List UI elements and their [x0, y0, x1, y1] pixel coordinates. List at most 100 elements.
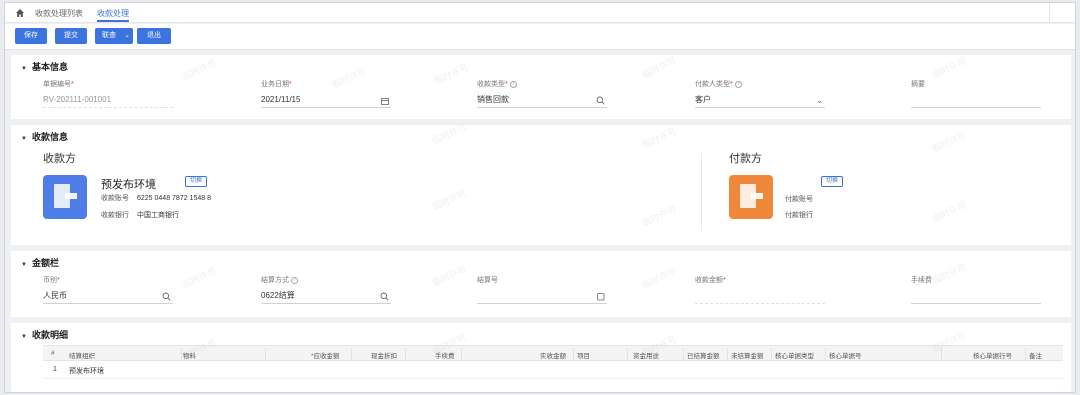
collapse-icon: ▼ — [21, 262, 27, 268]
payer-type-field: 付款人类型*? 客户 ⌄ — [695, 79, 825, 108]
col-unsettled: 未结算金额 — [731, 353, 764, 360]
summary-input[interactable] — [911, 94, 1041, 108]
col-divider — [683, 348, 684, 360]
required-mark: * — [71, 81, 74, 88]
required-mark: * — [505, 81, 508, 88]
search-icon[interactable] — [162, 292, 171, 301]
row-index: 1 — [53, 366, 57, 373]
collection-info-toggle[interactable]: ▼ 收款信息 — [21, 130, 68, 143]
col-cash-discount: 现金折扣 — [371, 353, 397, 360]
settle-method-value: 0622结算 — [261, 291, 295, 300]
settle-no-input[interactable] — [477, 290, 607, 304]
receipt-type-field: 收款类型*? 销售回款 — [477, 79, 607, 108]
payer-switch-button[interactable]: 切换 — [821, 176, 844, 187]
submit-button[interactable]: 提交 — [55, 28, 87, 44]
fee-label: 手续费 — [911, 277, 932, 284]
currency-input[interactable]: 人民币 — [43, 290, 173, 304]
info-icon[interactable]: ? — [734, 80, 742, 88]
receiver-switch-button[interactable]: 切换 — [185, 176, 208, 187]
payer-type-select[interactable]: 客户 ⌄ — [695, 94, 825, 108]
col-receivable: *应收金额 — [311, 353, 340, 360]
collapse-icon: ▼ — [21, 136, 27, 142]
basic-info-title: 基本信息 — [31, 62, 68, 72]
col-divider — [405, 348, 406, 360]
detail-table-header: # 结算组织 物料 *应收金额 现金折扣 手续费 实收金额 项目 资金用途 已结… — [43, 345, 1063, 361]
col-core-doc-no: 核心单据号 — [829, 353, 862, 360]
party-divider — [701, 153, 702, 231]
breadcrumb-current[interactable]: 收款处理 — [97, 8, 129, 19]
copy-icon[interactable] — [597, 293, 605, 301]
breadcrumb-list[interactable]: 收款处理列表 — [35, 8, 83, 19]
exit-button[interactable]: 退出 — [137, 28, 171, 44]
breadcrumb: 收款处理列表 收款处理 — [5, 3, 1075, 23]
receipt-type-input[interactable]: 销售回款 — [477, 94, 607, 108]
col-divider — [825, 348, 826, 360]
currency-field: 币别* 人民币 — [43, 275, 173, 304]
amount-title: 金额栏 — [31, 258, 59, 268]
col-fund-use: 资金用途 — [633, 353, 659, 360]
col-receivable-label: 应收金额 — [313, 353, 340, 360]
topbar-corner — [1049, 3, 1075, 23]
col-divider — [265, 348, 266, 360]
table-row[interactable]: 1 预发布环境 — [43, 361, 1063, 379]
payer-bank-row: 付款银行 — [785, 210, 813, 220]
settle-method-input[interactable]: 0622结算 — [261, 290, 391, 304]
amount-section: ▼ 金额栏 币别* 人民币 结算方式? 0622结算 结算号 收款金额* 手续费 — [11, 251, 1071, 317]
col-divider — [771, 348, 772, 360]
detail-section: ▼ 收款明细 # 结算组织 物料 *应收金额 现金折扣 手续费 实收金额 项目 资… — [11, 323, 1071, 392]
receiver-account-value: 6225 0448 7872 1548 8 — [137, 195, 211, 202]
search-icon[interactable] — [596, 96, 605, 105]
col-divider — [573, 348, 574, 360]
app-frame: 收款处理列表 收款处理 保存 提交 联查 ⌄ 退出 ▼ 基本信息 单据编号* RV… — [4, 2, 1076, 393]
collection-info-section: ▼ 收款信息 收款方 预发布环境 切换 收款账号 6225 0448 7872 15… — [11, 125, 1071, 245]
settle-no-field: 结算号 — [477, 275, 607, 304]
collapse-icon: ▼ — [21, 334, 27, 340]
required-mark: * — [57, 277, 60, 284]
detail-toggle[interactable]: ▼ 收款明细 — [21, 328, 68, 341]
col-received: 实收金额 — [540, 353, 566, 360]
biz-date-label: 业务日期 — [261, 81, 289, 88]
col-divider — [941, 348, 942, 360]
col-index: # — [51, 350, 55, 357]
save-button[interactable]: 保存 — [15, 28, 47, 44]
col-fee: 手续费 — [435, 353, 455, 360]
home-icon[interactable] — [15, 8, 25, 18]
active-tab-indicator — [97, 20, 129, 22]
linked-query-button[interactable]: 联查 ⌄ — [95, 28, 133, 44]
receipt-amount-input[interactable] — [695, 290, 825, 304]
toolbar: 保存 提交 联查 ⌄ 退出 — [5, 24, 1075, 50]
col-project: 项目 — [577, 353, 590, 360]
chevron-down-icon[interactable]: ⌄ — [816, 95, 823, 107]
receiver-bank-label: 收款银行 — [101, 212, 129, 219]
biz-date-value: 2021/11/15 — [261, 95, 301, 104]
info-icon[interactable]: ? — [291, 276, 298, 284]
col-divider — [627, 348, 628, 360]
detail-title: 收款明细 — [31, 330, 68, 340]
info-icon[interactable]: ? — [509, 80, 517, 88]
row-settle-org[interactable]: 预发布环境 — [69, 366, 104, 376]
receiver-heading: 收款方 — [43, 153, 76, 165]
col-remark: 备注 — [1029, 353, 1042, 360]
biz-date-input[interactable]: 2021/11/15 — [261, 94, 391, 108]
currency-label: 币别 — [43, 277, 57, 284]
required-mark: * — [289, 81, 292, 88]
fee-field: 手续费 — [911, 275, 1041, 304]
search-icon[interactable] — [380, 292, 389, 301]
col-divider — [351, 348, 352, 360]
receipt-amount-field: 收款金额* — [695, 275, 825, 304]
basic-info-toggle[interactable]: ▼ 基本信息 — [21, 60, 68, 73]
required-mark: * — [730, 81, 733, 88]
fee-input[interactable] — [911, 290, 1041, 304]
col-divider — [181, 348, 182, 360]
arrow-glyph — [751, 193, 763, 199]
col-divider — [727, 348, 728, 360]
receipt-type-label: 收款类型 — [477, 81, 505, 88]
calendar-icon[interactable] — [381, 97, 389, 105]
collection-info-title: 收款信息 — [31, 132, 68, 142]
receiver-account-label: 收款账号 — [101, 195, 129, 202]
receiver-account-row: 收款账号 6225 0448 7872 1548 8 — [101, 193, 211, 203]
amount-toggle[interactable]: ▼ 金额栏 — [21, 256, 59, 269]
col-material: 物料 — [183, 353, 196, 360]
receipt-type-value: 销售回款 — [477, 95, 509, 104]
doc-no-label: 单据编号 — [43, 81, 71, 88]
